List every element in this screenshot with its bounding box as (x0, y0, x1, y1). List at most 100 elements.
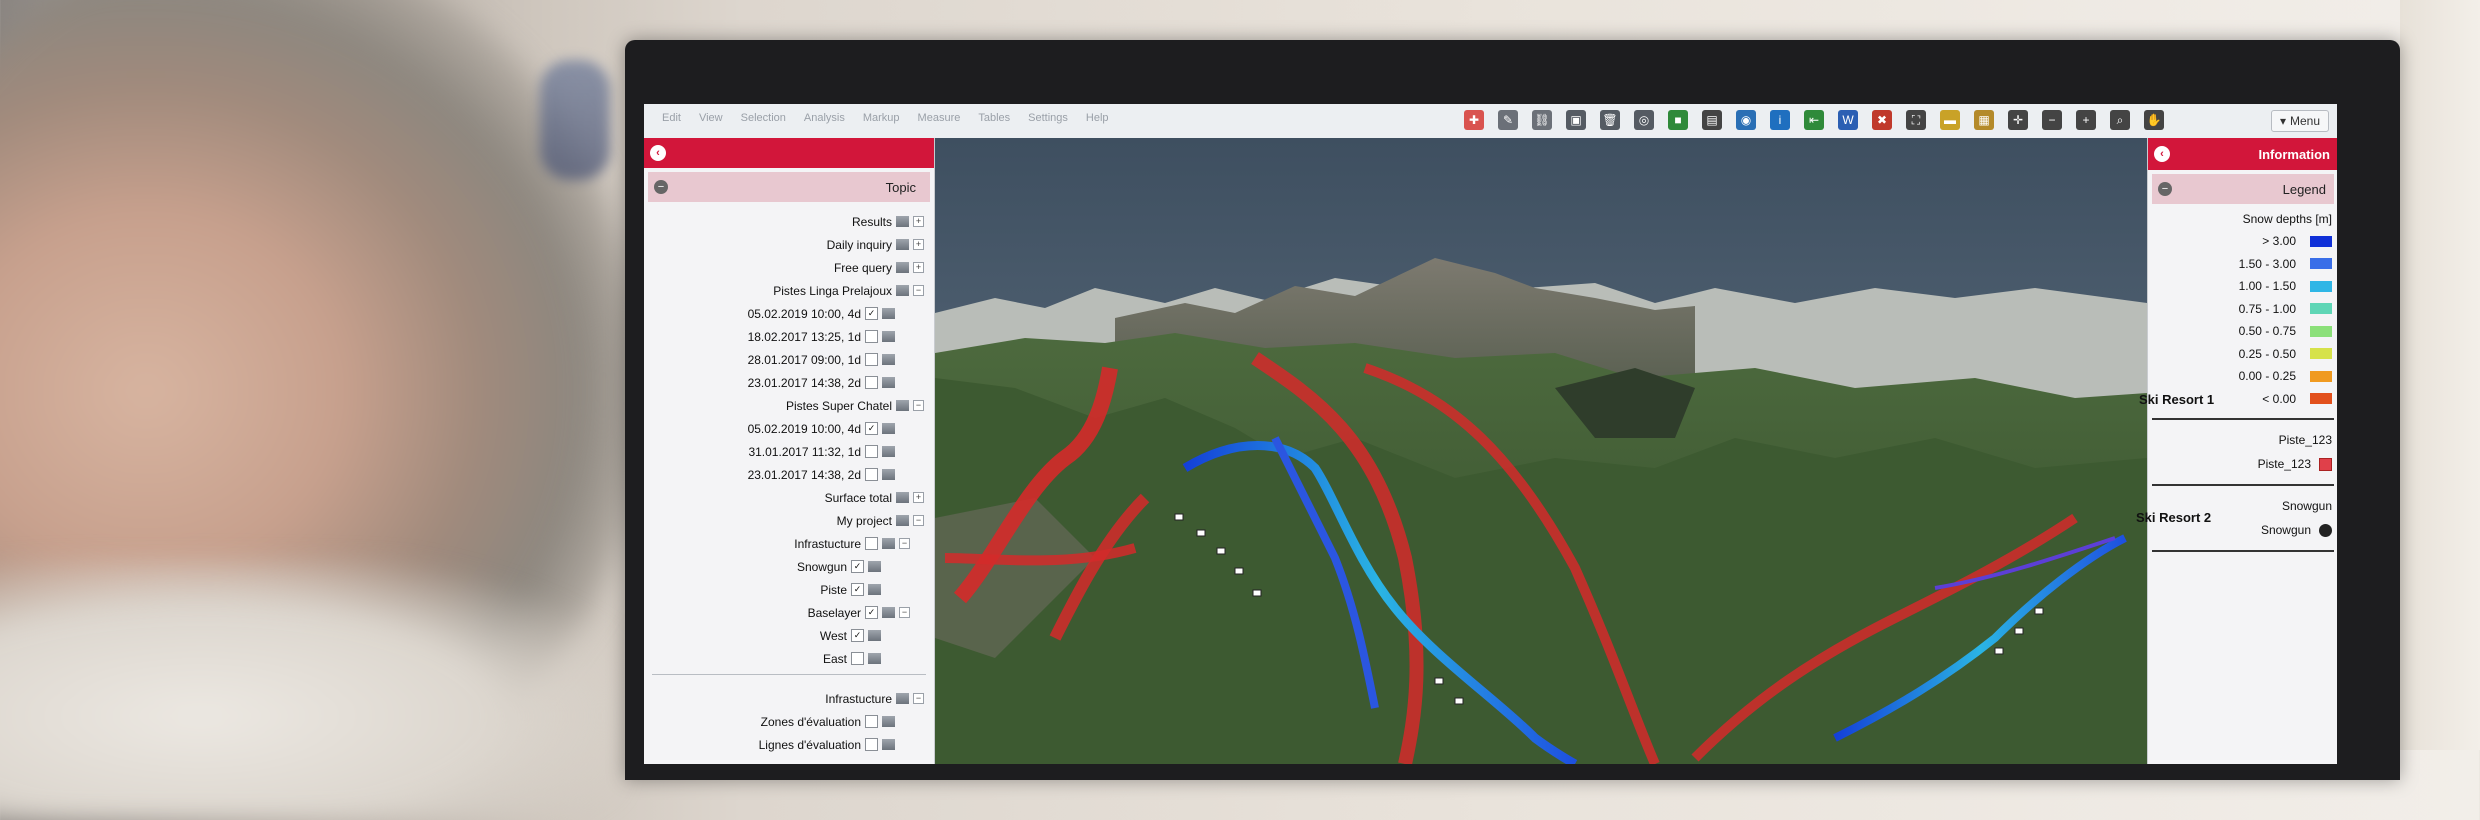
tree-item[interactable]: Infrastucture − (644, 687, 934, 710)
expand-icon[interactable]: + (913, 239, 924, 250)
collapse-icon[interactable]: − (913, 285, 924, 296)
collapse-arrow-icon[interactable]: ‹ (2154, 146, 2170, 162)
tree-item[interactable]: 28.01.2017 09:00, 1d (644, 348, 934, 371)
visibility-checkbox[interactable]: ✓ (851, 560, 864, 573)
visibility-checkbox[interactable] (865, 715, 878, 728)
folder-icon[interactable]: ▬ (1940, 110, 1960, 130)
visibility-checkbox[interactable]: ✓ (865, 422, 878, 435)
tree-item[interactable]: Surface total + (644, 486, 934, 509)
link-icon[interactable]: ⛓ (1532, 110, 1552, 130)
tree-item[interactable]: East (644, 647, 934, 670)
legend-item: 1.50 - 3.00 (2148, 253, 2337, 276)
collapse-icon[interactable]: − (913, 693, 924, 704)
word-icon[interactable]: W (1838, 110, 1858, 130)
legend-item-label: 0.50 - 0.75 (2238, 324, 2296, 339)
visibility-checkbox[interactable]: ✓ (865, 307, 878, 320)
tree-item[interactable]: Pistes Super Chatel − (644, 394, 934, 417)
menu-item-selection[interactable]: Selection (741, 112, 786, 124)
tree-item[interactable]: Baselayer ✓ − (644, 601, 934, 624)
legend-header[interactable]: − Legend (2152, 174, 2334, 204)
legend-item: 0.50 - 0.75 (2148, 320, 2337, 343)
piste-group-label: Piste_123 (2278, 433, 2332, 447)
menu-item-settings[interactable]: Settings (1028, 112, 1068, 124)
zoom-out-icon[interactable]: − (2042, 110, 2062, 130)
collapse-icon[interactable]: − (899, 538, 910, 549)
close-tool-icon[interactable]: ✖ (1872, 110, 1892, 130)
tree-item[interactable]: 18.02.2017 13:25, 1d (644, 325, 934, 348)
layer-icon (896, 216, 909, 227)
topic-header[interactable]: − Topic (648, 172, 930, 202)
tree-item[interactable]: Zones d'évaluation (644, 710, 934, 733)
menu-item-view[interactable]: View (699, 112, 723, 124)
tree-item[interactable]: Infrastucture − (644, 532, 934, 555)
zoom-extent-icon[interactable]: ✛ (2008, 110, 2028, 130)
visibility-checkbox[interactable] (865, 445, 878, 458)
blurred-person-shoulder (0, 560, 620, 820)
visibility-checkbox[interactable] (865, 738, 878, 751)
tree-item[interactable]: West ✓ (644, 624, 934, 647)
pan-hand-icon[interactable]: ✋ (2144, 110, 2164, 130)
tree-item[interactable]: 23.01.2017 14:38, 2d (644, 463, 934, 486)
expand-icon[interactable]: + (913, 492, 924, 503)
tree-item-label: Pistes Linga Prelajoux (773, 283, 892, 298)
visibility-checkbox[interactable] (865, 353, 878, 366)
save-icon[interactable]: ▣ (1566, 110, 1586, 130)
fullscreen-icon[interactable]: ⛶ (1906, 110, 1926, 130)
info-icon[interactable]: i (1770, 110, 1790, 130)
visibility-checkbox[interactable] (865, 330, 878, 343)
zoom-in-icon[interactable]: + (2076, 110, 2096, 130)
menu-item-help[interactable]: Help (1086, 112, 1109, 124)
3d-map-view[interactable] (935, 138, 2147, 764)
legend-item-label: 0.75 - 1.00 (2238, 301, 2296, 316)
tree-item[interactable]: 05.02.2019 10:00, 4d ✓ (644, 302, 934, 325)
tree-item[interactable]: Lignes d'évaluation (644, 733, 934, 756)
print-icon[interactable]: ▤ (1702, 110, 1722, 130)
tree-item[interactable]: Free query + (644, 256, 934, 279)
visibility-checkbox[interactable] (865, 468, 878, 481)
collapse-icon[interactable]: − (899, 607, 910, 618)
globe-icon[interactable]: ◉ (1736, 110, 1756, 130)
book-icon[interactable]: ■ (1668, 110, 1688, 130)
layer-icon (882, 423, 895, 434)
menu-item-measure[interactable]: Measure (918, 112, 961, 124)
menu-item-edit[interactable]: Edit (662, 112, 681, 124)
terrain-render[interactable] (935, 138, 2147, 764)
visibility-checkbox[interactable] (865, 537, 878, 550)
collapse-icon[interactable]: − (913, 515, 924, 526)
zoom-box-icon[interactable]: ⌕ (2110, 110, 2130, 130)
lifebuoy-icon[interactable]: ✚ (1464, 110, 1484, 130)
layer-icon (882, 716, 895, 727)
topic-panel-titlebar: ‹ (644, 138, 934, 168)
collapse-arrow-icon[interactable]: ‹ (650, 145, 666, 161)
tools-icon[interactable]: ✎ (1498, 110, 1518, 130)
tree-item[interactable]: Pistes Linga Prelajoux − (644, 279, 934, 302)
visibility-checkbox[interactable]: ✓ (851, 583, 864, 596)
minimize-icon[interactable]: − (2158, 182, 2172, 196)
visibility-checkbox[interactable]: ✓ (865, 606, 878, 619)
minimize-icon[interactable]: − (654, 180, 668, 194)
tree-item[interactable]: My project − (644, 509, 934, 532)
tree-item[interactable]: Results + (644, 210, 934, 233)
trash-icon[interactable]: 🗑 (1600, 110, 1620, 130)
locate-icon[interactable]: ◎ (1634, 110, 1654, 130)
layers-icon[interactable]: ▦ (1974, 110, 1994, 130)
tree-item[interactable]: 23.01.2017 14:38, 2d (644, 371, 934, 394)
tree-item[interactable]: Snowgun ✓ (644, 555, 934, 578)
collapse-icon[interactable]: − (913, 400, 924, 411)
tree-item[interactable]: Daily inquiry + (644, 233, 934, 256)
tree-item-label: West (819, 628, 847, 643)
menu-item-tables[interactable]: Tables (978, 112, 1010, 124)
expand-icon[interactable]: + (913, 262, 924, 273)
visibility-checkbox[interactable] (865, 376, 878, 389)
visibility-checkbox[interactable]: ✓ (851, 629, 864, 642)
legend-item-label: > 3.00 (2262, 234, 2296, 249)
tree-item[interactable]: 05.02.2019 10:00, 4d ✓ (644, 417, 934, 440)
tree-item[interactable]: 31.01.2017 11:32, 1d (644, 440, 934, 463)
expand-icon[interactable]: + (913, 216, 924, 227)
visibility-checkbox[interactable] (851, 652, 864, 665)
tree-item[interactable]: Piste ✓ (644, 578, 934, 601)
menu-item-analysis[interactable]: Analysis (804, 112, 845, 124)
menu-button[interactable]: ▾ Menu (2270, 110, 2329, 132)
menu-item-markup[interactable]: Markup (863, 112, 900, 124)
import-icon[interactable]: ⇤ (1804, 110, 1824, 130)
